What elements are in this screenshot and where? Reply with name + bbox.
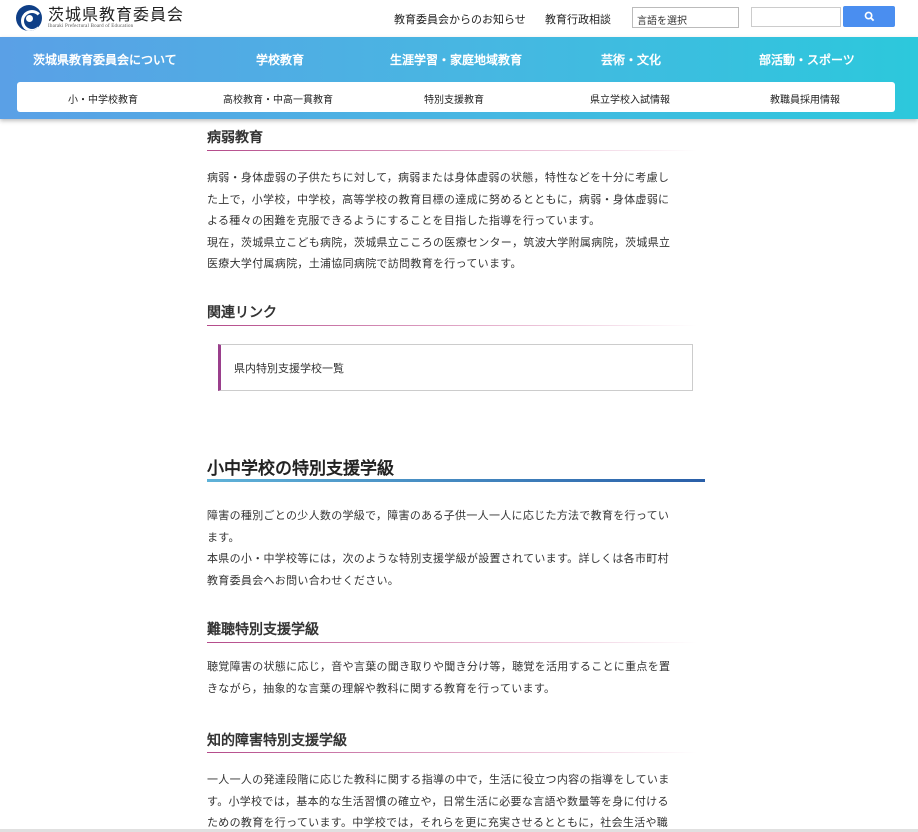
- search-input[interactable]: [751, 7, 841, 27]
- section-heading-intellectual: 知的障害特別支援学級: [207, 733, 347, 749]
- main-nav-school-education[interactable]: 学校教育: [256, 51, 304, 68]
- main-nav: 茨城県教育委員会について 学校教育 生涯学習・家庭地域教育 芸術・文化 部活動・…: [0, 37, 918, 81]
- text-line: 一人一人の発達段階に応じた教科に関する指導の中で，生活に役立つ内容の指導をしてい…: [207, 773, 670, 786]
- section-heading-special-class: 小中学校の特別支援学級: [207, 459, 394, 479]
- sub-nav-special-support[interactable]: 特別支援教育: [424, 91, 484, 106]
- hearing-paragraph: 聴覚障害の状態に応じ，音や言葉の聞き取りや聞き分け等，聴覚を活用することに重点を…: [207, 656, 699, 699]
- text-line: 医療大学付属病院，土浦協同病院で訪問教育を行っています。: [207, 257, 522, 270]
- text-line: 現在，茨城県立こども病院，茨城県立こころの医療センター，筑波大学附属病院，茨城県…: [207, 235, 671, 249]
- sub-nav-entrance-exam[interactable]: 県立学校入試情報: [590, 91, 670, 106]
- logo-text: 茨城県教育委員会 Ibaraki Prefectural Board of Ed…: [48, 6, 184, 30]
- section-heading-related: 関連リンク: [207, 305, 277, 321]
- search-button[interactable]: [843, 6, 895, 27]
- main-nav-lifelong-learning[interactable]: 生涯学習・家庭地域教育: [390, 51, 522, 68]
- text-line: た上で，小学校，中学校，高等学校の教育目標の達成に努めるとともに，病弱・身体虚弱…: [207, 192, 670, 206]
- heading-underline: [207, 325, 697, 326]
- sub-nav-elementary-junior[interactable]: 小・中学校教育: [68, 91, 138, 106]
- text-line: す。小学校では，基本的な生活習慣の確立や，日常生活に必要な言語や数量等を身に付け…: [207, 794, 669, 808]
- sick-paragraph: 病弱・身体虚弱の子供たちに対して，病弱または身体虚弱の状態，特性などを十分に考慮…: [207, 167, 699, 275]
- search-icon: [864, 11, 874, 22]
- language-select[interactable]: 言語を選択: [632, 7, 739, 28]
- heading-underline: [207, 642, 697, 643]
- navigation-band: 茨城県教育委員会について 学校教育 生涯学習・家庭地域教育 芸術・文化 部活動・…: [0, 37, 918, 119]
- logo-emblem-icon: [16, 5, 42, 31]
- site-logo[interactable]: 茨城県教育委員会 Ibaraki Prefectural Board of Ed…: [16, 5, 184, 31]
- text-line: 病弱・身体虚弱の子供たちに対して，病弱または身体虚弱の状態，特性などを十分に考慮…: [207, 171, 670, 184]
- text-line: きながら，抽象的な言葉の理解や教科に関する教育を行っています。: [207, 681, 556, 695]
- main-nav-arts-culture[interactable]: 芸術・文化: [601, 51, 661, 68]
- main-nav-club-sports[interactable]: 部活動・スポーツ: [759, 51, 855, 68]
- section-heading-hearing: 難聴特別支援学級: [207, 622, 319, 638]
- heading-underline: [207, 752, 697, 753]
- sub-nav-high-school[interactable]: 高校教育・中高一貫教育: [223, 91, 333, 106]
- text-line: ます。: [207, 530, 240, 544]
- related-link-box[interactable]: 県内特別支援学校一覧: [218, 344, 693, 391]
- text-line: 障害の種別ごとの少人数の学級で，障害のある子供一人一人に応じた方法で教育を行って…: [207, 509, 670, 522]
- text-line: 教育委員会へお問い合わせください。: [207, 573, 400, 587]
- text-line: 聴覚障害の状態に応じ，音や言葉の聞き取りや聞き分け等，聴覚を活用することに重点を…: [207, 660, 671, 673]
- logo-title: 茨城県教育委員会: [48, 5, 185, 24]
- main-nav-about[interactable]: 茨城県教育委員会について: [33, 51, 177, 68]
- text-line: よる種々の困難を克服できるようにすることを目指した指導を行っています。: [207, 214, 601, 227]
- intellectual-paragraph: 一人一人の発達段階に応じた教科に関する指導の中で，生活に役立つ内容の指導をしてい…: [207, 769, 699, 832]
- related-link-label[interactable]: 県内特別支援学校一覧: [234, 360, 344, 376]
- heading-underline: [207, 150, 697, 151]
- consultation-link[interactable]: 教育行政相談: [545, 11, 611, 27]
- top-header: 茨城県教育委員会 Ibaraki Prefectural Board of Ed…: [0, 0, 918, 37]
- sub-nav-teacher-recruitment[interactable]: 教職員採用情報: [770, 91, 840, 106]
- text-line: 本県の小・中学校等には，次のような特別支援学級が設置されています。詳しくは各市町…: [207, 552, 669, 565]
- sub-nav: 小・中学校教育 高校教育・中高一貫教育 特別支援教育 県立学校入試情報 教職員採…: [17, 82, 895, 112]
- logo-subtitle: Ibaraki Prefectural Board of Education: [48, 24, 134, 29]
- section-heading-sick: 病弱教育: [207, 130, 263, 146]
- news-link[interactable]: 教育委員会からのお知らせ: [394, 11, 526, 27]
- h2-underline: [207, 479, 705, 482]
- special-class-paragraph: 障害の種別ごとの少人数の学級で，障害のある子供一人一人に応じた方法で教育を行って…: [207, 505, 699, 591]
